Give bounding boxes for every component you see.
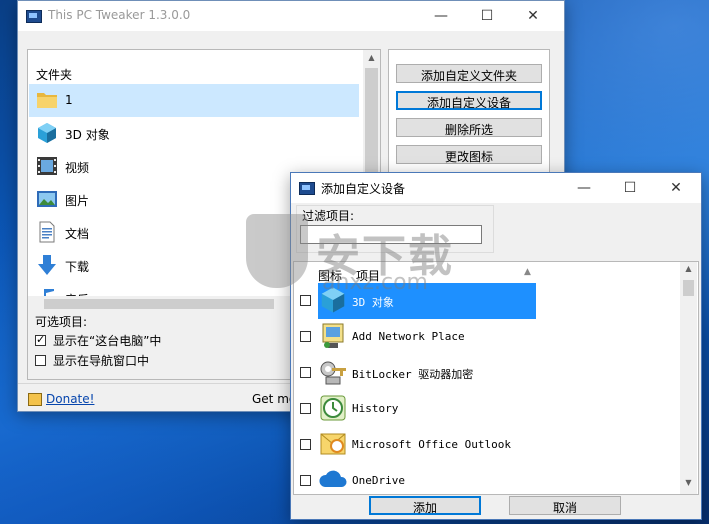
bitlocker-icon	[318, 357, 348, 387]
filter-label: 过滤项目:	[302, 209, 355, 223]
device-item-label: OneDrive	[352, 474, 405, 487]
column-icon-header[interactable]: 图标	[318, 267, 342, 284]
device-item-label: History	[352, 402, 399, 415]
app-icon	[26, 10, 42, 23]
device-item-label: Microsoft Office Outlook	[352, 438, 511, 451]
filter-input[interactable]	[300, 225, 482, 244]
pictures-icon	[35, 187, 59, 211]
documents-icon	[35, 220, 59, 244]
dialog-title: 添加自定义设备	[321, 182, 406, 196]
dialog-close-button[interactable]: ✕	[653, 173, 699, 203]
3d-objects-icon	[318, 285, 348, 315]
options-header: 可选项目:	[35, 315, 88, 329]
outlook-icon	[318, 429, 348, 459]
device-item-label: Add Network Place	[352, 330, 465, 343]
video-icon	[35, 154, 59, 178]
filter-group: 过滤项目:	[296, 205, 494, 253]
close-button[interactable]: ✕	[510, 1, 556, 31]
option-label: 显示在导航窗口中	[53, 354, 150, 368]
delete-selected-button[interactable]: 删除所选	[396, 118, 542, 137]
device-item-label: BitLocker 驱动器加密	[352, 368, 474, 381]
folder-item[interactable]: 3D 对象	[29, 117, 359, 150]
folders-header: 文件夹	[36, 68, 73, 82]
window-title: This PC Tweaker 1.3.0.0	[48, 8, 191, 22]
add-custom-folder-button[interactable]: 添加自定义文件夹	[396, 64, 542, 83]
device-item-label: 3D 对象	[352, 296, 394, 309]
device-scrollbar[interactable]: ▲ ▼	[680, 262, 697, 494]
device-list-item[interactable]: Add Network Place	[294, 319, 678, 355]
history-icon	[318, 393, 348, 423]
device-checkbox[interactable]	[300, 295, 311, 306]
download-icon	[35, 253, 59, 277]
device-list-item[interactable]: OneDrive	[294, 463, 678, 494]
folder-item-label: 3D 对象	[65, 128, 110, 142]
folder-icon	[35, 88, 59, 112]
dialog-maximize-button[interactable]: ☐	[607, 173, 653, 203]
option-label: 显示在“这台电脑”中	[53, 334, 162, 348]
main-titlebar[interactable]: This PC Tweaker 1.3.0.0 — ☐ ✕	[18, 1, 564, 31]
onedrive-icon	[318, 465, 348, 494]
device-list-item[interactable]: 3D 对象	[294, 283, 678, 319]
add-button[interactable]: 添加	[369, 496, 481, 515]
dialog-minimize-button[interactable]: —	[561, 173, 607, 203]
sort-ascending-icon: ▲	[524, 267, 531, 277]
option-checkbox[interactable]	[35, 355, 46, 366]
folder-item-label: 1	[65, 93, 73, 107]
dialog-app-icon	[299, 182, 315, 195]
add-device-dialog: 添加自定义设备 — ☐ ✕ 过滤项目: 图标 项目 ▲ 3D 对象 Add Net…	[290, 172, 702, 520]
selection-highlight	[318, 283, 536, 319]
hscroll-thumb[interactable]	[44, 299, 274, 309]
3d-objects-icon	[35, 121, 59, 145]
column-item-header[interactable]: 项目	[356, 267, 380, 284]
folder-item-label: 图片	[65, 194, 90, 208]
device-list-item[interactable]: History	[294, 391, 678, 427]
folder-item[interactable]: 1	[29, 84, 359, 117]
donate-link[interactable]: Donate!	[46, 392, 94, 406]
folder-item-label: 下载	[65, 260, 90, 274]
folder-item-label: 视频	[65, 161, 90, 175]
device-list: 图标 项目 ▲ 3D 对象 Add Network Place BitLocker …	[293, 261, 699, 495]
device-checkbox[interactable]	[300, 439, 311, 450]
device-scroll-up-icon[interactable]: ▲	[680, 264, 697, 273]
minimize-button[interactable]: —	[418, 1, 464, 31]
device-checkbox[interactable]	[300, 475, 311, 486]
device-checkbox[interactable]	[300, 367, 311, 378]
change-icon-button[interactable]: 更改图标	[396, 145, 542, 164]
dialog-titlebar[interactable]: 添加自定义设备 — ☐ ✕	[291, 173, 701, 203]
scroll-up-icon[interactable]: ▲	[363, 53, 380, 62]
add-custom-device-button[interactable]: 添加自定义设备	[396, 91, 542, 110]
folder-item-label: 文档	[65, 227, 90, 241]
device-scroll-down-icon[interactable]: ▼	[680, 478, 697, 487]
donate-icon	[28, 393, 42, 406]
device-list-item[interactable]: BitLocker 驱动器加密	[294, 355, 678, 391]
network-place-icon	[318, 321, 348, 351]
list-header: 图标 项目 ▲	[294, 262, 680, 284]
device-checkbox[interactable]	[300, 331, 311, 342]
device-checkbox[interactable]	[300, 403, 311, 414]
cancel-button[interactable]: 取消	[509, 496, 621, 515]
device-scroll-thumb[interactable]	[683, 280, 694, 296]
maximize-button[interactable]: ☐	[464, 1, 510, 31]
option-checkbox[interactable]	[35, 333, 46, 346]
device-list-item[interactable]: Microsoft Office Outlook	[294, 427, 678, 463]
